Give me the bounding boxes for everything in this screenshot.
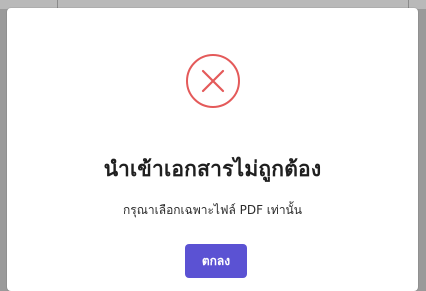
error-dialog: นำเข้าเอกสารไม่ถูกต้อง กรุณาเลือกเฉพาะไฟ… bbox=[7, 8, 418, 291]
dialog-message: กรุณาเลือกเฉพาะไฟล์ PDF เท่านั้น bbox=[123, 203, 302, 217]
ok-button[interactable]: ตกลง bbox=[185, 244, 247, 278]
close-x-circle-icon bbox=[186, 54, 240, 108]
dialog-title: นำเข้าเอกสารไม่ถูกต้อง bbox=[103, 157, 322, 181]
